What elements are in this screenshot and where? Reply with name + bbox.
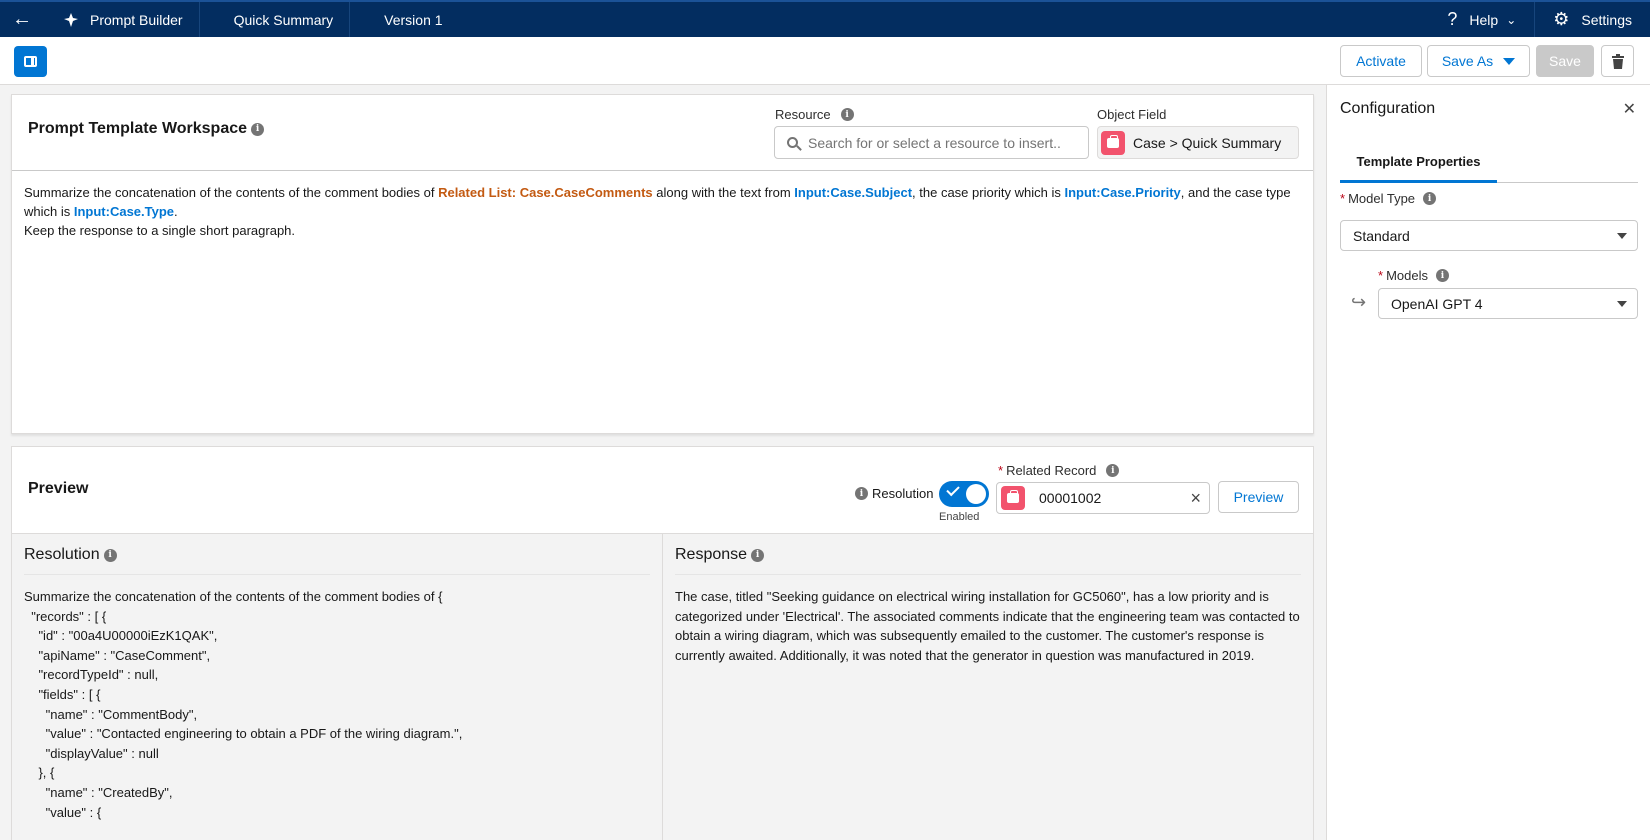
model-type-select[interactable]: Standard <box>1340 220 1638 251</box>
preview-title: Preview <box>28 480 89 497</box>
app-name: Prompt Builder <box>44 2 200 37</box>
prompt-text: along with the text from <box>652 185 795 200</box>
resource-label: Resource i <box>775 107 854 122</box>
models-select[interactable]: OpenAI GPT 4 <box>1378 288 1638 319</box>
resolution-toggle[interactable] <box>939 481 989 507</box>
panel-toggle-button[interactable] <box>14 46 47 77</box>
save-as-label: Save As <box>1441 53 1494 69</box>
toggle-state-label: Enabled <box>939 511 980 523</box>
object-field-value: Case > Quick Summary <box>1097 126 1299 159</box>
back-arrow-icon[interactable]: ← <box>0 2 44 37</box>
dropdown-arrow-icon <box>1617 301 1627 307</box>
resolution-heading: Resolution i <box>24 546 650 575</box>
case-icon <box>1001 486 1025 510</box>
close-icon[interactable]: × <box>1190 488 1201 509</box>
related-record-value: 00001002 <box>1039 490 1102 506</box>
info-icon[interactable]: i <box>251 122 265 136</box>
info-icon[interactable]: i <box>1106 464 1120 477</box>
related-record-label-text: Related Record <box>1006 463 1097 478</box>
info-icon[interactable]: i <box>103 548 117 562</box>
prompt-text: . <box>174 204 178 219</box>
panel-toggle-icon <box>24 56 37 67</box>
caret-down-icon <box>1503 57 1516 65</box>
activate-button[interactable]: Activate <box>1340 45 1422 77</box>
response-heading-text: Response <box>675 546 748 563</box>
prompt-template-workspace: Prompt Template Workspace i Resource i S… <box>11 94 1314 434</box>
prompt-editor[interactable]: Summarize the concatenation of the conte… <box>12 171 1313 252</box>
models-label: * Models i <box>1378 268 1449 283</box>
prompt-builder-logo-icon <box>64 12 78 27</box>
checkmark-icon <box>946 482 960 497</box>
info-icon[interactable]: i <box>1423 192 1437 205</box>
top-nav: ← Prompt Builder Quick Summary Version 1… <box>0 0 1650 37</box>
object-field-label: Object Field <box>1097 107 1167 122</box>
version-label: Version 1 <box>384 11 443 28</box>
models-value: OpenAI GPT 4 <box>1391 295 1483 312</box>
app-name-label: Prompt Builder <box>90 11 183 28</box>
info-icon[interactable]: i <box>855 487 868 500</box>
help-menu[interactable]: ? Help ⌄ <box>1429 2 1536 37</box>
preview-panel: Preview i Resolution Enabled * Related R… <box>11 446 1314 840</box>
close-icon[interactable]: ✕ <box>1623 99 1636 119</box>
template-name: Quick Summary <box>200 2 351 37</box>
response-heading: Response i <box>675 546 1301 575</box>
preview-button[interactable]: Preview <box>1218 481 1299 513</box>
gear-icon: ⚙ <box>1553 9 1570 29</box>
tab-template-properties[interactable]: Template Properties <box>1340 143 1497 183</box>
dropdown-arrow-icon <box>1617 233 1627 239</box>
workspace-title: Prompt Template Workspace i <box>28 120 265 138</box>
configuration-panel: Configuration ✕ Template Properties * Mo… <box>1326 85 1650 840</box>
merge-field-token[interactable]: Related List: Case.CaseComments <box>438 185 653 200</box>
resource-label-text: Resource <box>775 107 831 122</box>
hook-arrow-icon: ↪ <box>1351 292 1367 312</box>
info-icon[interactable]: i <box>1435 269 1449 282</box>
save-button[interactable]: Save <box>1536 45 1594 77</box>
chevron-down-icon: ⌄ <box>1506 12 1517 27</box>
config-tabs: Template Properties <box>1340 143 1638 183</box>
toolbar: Activate Save As Save <box>0 37 1650 85</box>
response-column: Response i The case, titled "Seeking gui… <box>663 534 1313 840</box>
merge-field-token[interactable]: Input:Case.Priority <box>1064 185 1180 200</box>
configuration-title: Configuration <box>1340 100 1436 117</box>
resolution-toggle-label: i Resolution <box>855 486 933 501</box>
delete-button[interactable] <box>1601 45 1634 77</box>
trash-icon <box>1611 53 1624 69</box>
case-icon <box>1101 130 1125 155</box>
resolution-label-text: Resolution <box>872 486 934 501</box>
prompt-text: Keep the response to a single short para… <box>24 223 296 238</box>
save-as-button[interactable]: Save As <box>1427 45 1530 77</box>
resolution-column: Resolution i Summarize the concatenation… <box>12 534 663 840</box>
merge-field-token[interactable]: Input:Case.Type <box>74 204 174 219</box>
resolution-text: Summarize the concatenation of the conte… <box>24 589 463 820</box>
resource-placeholder: Search for or select a resource to inser… <box>808 134 1061 151</box>
settings-button[interactable]: ⚙ Settings <box>1535 9 1650 30</box>
merge-field-token[interactable]: Input:Case.Subject <box>794 185 912 200</box>
related-record-label: * Related Record i <box>998 463 1120 478</box>
object-field-text: Case > Quick Summary <box>1133 134 1282 151</box>
related-record-input[interactable]: 00001002 × <box>996 482 1210 514</box>
help-icon: ? <box>1447 9 1458 29</box>
response-text: The case, titled "Seeking guidance on el… <box>675 589 1300 663</box>
info-icon[interactable]: i <box>751 548 765 562</box>
resolution-heading-text: Resolution <box>24 546 100 563</box>
resource-search-input[interactable]: Search for or select a resource to inser… <box>774 126 1089 159</box>
info-icon[interactable]: i <box>840 108 854 121</box>
prompt-text: Summarize the concatenation of the conte… <box>24 185 439 200</box>
model-type-label-text: Model Type <box>1348 191 1416 206</box>
model-type-label: * Model Type i <box>1340 191 1437 206</box>
model-type-value: Standard <box>1353 227 1410 244</box>
prompt-text: , the case priority which is <box>912 185 1065 200</box>
help-label: Help <box>1469 11 1499 28</box>
search-icon <box>787 137 798 148</box>
workspace-title-text: Prompt Template Workspace <box>28 120 248 137</box>
models-label-text: Models <box>1386 268 1428 283</box>
settings-label: Settings <box>1581 11 1632 28</box>
